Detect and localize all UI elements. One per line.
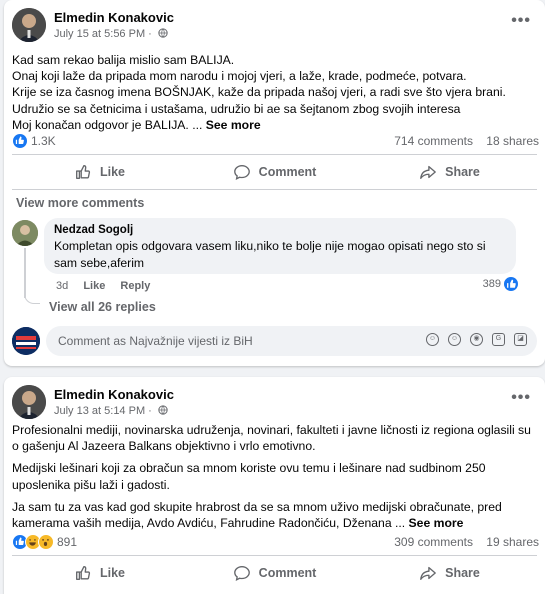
comments-count[interactable]: 309 comments bbox=[394, 535, 473, 549]
avatar-sticker-icon[interactable]: ☺ bbox=[426, 333, 439, 346]
commenter-name[interactable]: Nedzad Sogolj bbox=[54, 224, 506, 236]
comment-label: Comment bbox=[258, 165, 317, 179]
comment-share-counts: 309 comments 19 shares bbox=[394, 535, 539, 549]
thumbs-up-icon bbox=[76, 566, 91, 580]
post-text: Kad sam rekao balija mislio sam BALIJA. … bbox=[12, 52, 535, 133]
comment-icon bbox=[233, 566, 250, 581]
post-header: Elmedin Konakovic July 15 at 5:56 PM · •… bbox=[12, 8, 537, 44]
post-stats: 891 309 comments 19 shares bbox=[12, 532, 539, 552]
share-label: Share bbox=[445, 165, 480, 179]
comment-tools: ☺ ☺ ◉ G ◪ bbox=[426, 333, 527, 346]
more-options-icon[interactable]: ••• bbox=[511, 12, 531, 30]
commenter-avatar[interactable] bbox=[12, 220, 38, 246]
post-line: Krije se iza časnog imena BOŠNJAK, kaže … bbox=[12, 85, 506, 100]
share-button[interactable]: Share bbox=[362, 155, 537, 189]
post-header: Elmedin Konakovic July 13 at 5:14 PM · •… bbox=[12, 385, 537, 421]
post-actions: Like Comment Share bbox=[12, 155, 537, 189]
share-button[interactable]: Share bbox=[362, 556, 537, 590]
comment-like-link[interactable]: Like bbox=[83, 280, 105, 292]
comment-bubble: Nedzad Sogolj Kompletan opis odgovara va… bbox=[44, 218, 516, 274]
comment-like-label: Like bbox=[83, 280, 106, 292]
post-card-2: Elmedin Konakovic July 13 at 5:14 PM · •… bbox=[4, 377, 545, 594]
globe-icon bbox=[158, 405, 168, 415]
emoji-icon[interactable]: ☺ bbox=[448, 333, 461, 346]
share-icon bbox=[420, 165, 436, 179]
author-name[interactable]: Elmedin Konakovic bbox=[54, 10, 174, 25]
post-date[interactable]: July 15 at 5:56 PM bbox=[54, 28, 145, 40]
see-more-link[interactable]: See more bbox=[409, 516, 464, 530]
reaction-count: 891 bbox=[57, 535, 78, 549]
comment-label: Comment bbox=[258, 566, 317, 580]
divider bbox=[12, 189, 537, 190]
reaction-summary[interactable]: 1.3K bbox=[12, 133, 56, 149]
see-more-link[interactable]: See more bbox=[206, 118, 261, 132]
meta-dot: · bbox=[148, 405, 152, 417]
comment-footer: 3d Like Reply bbox=[56, 280, 162, 292]
comment-reaction-count: 389 bbox=[482, 278, 501, 290]
comments-count[interactable]: 714 comments bbox=[394, 134, 473, 148]
gif-icon[interactable]: G bbox=[492, 333, 505, 346]
reaction-count: 1.3K bbox=[31, 134, 56, 148]
post-paragraph: Medijski lešinari koji za obračun sa mno… bbox=[12, 461, 486, 492]
comment-age[interactable]: 3d bbox=[56, 280, 68, 292]
like-label: Like bbox=[99, 165, 125, 179]
post-actions: Like Comment Share bbox=[12, 556, 537, 590]
view-all-replies-link[interactable]: View all 26 replies bbox=[49, 300, 156, 314]
like-button[interactable]: Like bbox=[12, 155, 187, 189]
post-line: Udružio se sa četnicima i ustašama, udru… bbox=[12, 101, 461, 116]
sticker-icon[interactable]: ◪ bbox=[514, 333, 527, 346]
share-label: Share bbox=[445, 566, 480, 580]
post-date[interactable]: July 13 at 5:14 PM bbox=[54, 405, 145, 417]
reaction-summary[interactable]: 891 bbox=[12, 534, 77, 550]
wow-reaction-icon bbox=[38, 534, 54, 550]
comment-input-placeholder: Comment as Najvažnije vijesti iz BiH bbox=[58, 334, 253, 348]
meta-dot: · bbox=[148, 28, 152, 40]
post-stats: 1.3K 714 comments 18 shares bbox=[12, 131, 539, 151]
like-button[interactable]: Like bbox=[12, 556, 187, 590]
post-text: Profesionalni mediji, novinarska udružen… bbox=[12, 422, 535, 531]
post-line: Kad sam rekao balija mislio sam BALIJA. bbox=[12, 53, 235, 67]
comment-button[interactable]: Comment bbox=[187, 556, 362, 590]
author-avatar[interactable] bbox=[12, 8, 46, 42]
comment-text: Kompletan opis odgovara vasem liku,niko … bbox=[54, 239, 486, 270]
comment-input[interactable]: Comment as Najvažnije vijesti iz BiH ☺ ☺… bbox=[46, 326, 537, 356]
comment-reply-label: Reply bbox=[120, 280, 151, 292]
post-paragraph: Profesionalni mediji, novinarska udružen… bbox=[12, 423, 531, 454]
camera-icon[interactable]: ◉ bbox=[470, 333, 483, 346]
comment-icon bbox=[233, 165, 250, 180]
like-reaction-icon bbox=[12, 133, 28, 149]
share-icon bbox=[420, 566, 436, 580]
comment-share-counts: 714 comments 18 shares bbox=[394, 134, 539, 148]
post-timestamp: July 15 at 5:56 PM · bbox=[54, 28, 168, 40]
page-avatar[interactable] bbox=[12, 327, 40, 355]
shares-count[interactable]: 18 shares bbox=[486, 134, 539, 148]
post-timestamp: July 13 at 5:14 PM · bbox=[54, 405, 168, 417]
comment-reactions[interactable]: 389 bbox=[482, 277, 518, 291]
like-reaction-icon bbox=[504, 277, 518, 291]
globe-icon bbox=[158, 28, 168, 38]
comment-button[interactable]: Comment bbox=[187, 155, 362, 189]
view-more-comments-link[interactable]: View more comments bbox=[16, 196, 144, 210]
like-label: Like bbox=[99, 566, 125, 580]
post-line: Onaj koji laže da pripada mom narodu i m… bbox=[12, 69, 467, 84]
shares-count[interactable]: 19 shares bbox=[486, 535, 539, 549]
comment-reply-link[interactable]: Reply bbox=[120, 280, 150, 292]
thread-connector bbox=[24, 288, 40, 304]
post-paragraph: Ja sam tu za vas kad god skupite hrabros… bbox=[12, 499, 535, 531]
author-name[interactable]: Elmedin Konakovic bbox=[54, 387, 174, 402]
author-avatar[interactable] bbox=[12, 385, 46, 419]
post-line-text: Moj konačan odgovor je BALIJA. ... bbox=[12, 117, 203, 132]
more-options-icon[interactable]: ••• bbox=[511, 389, 531, 407]
thumbs-up-icon bbox=[76, 165, 91, 179]
post-card-1: Elmedin Konakovic July 15 at 5:56 PM · •… bbox=[4, 0, 545, 366]
